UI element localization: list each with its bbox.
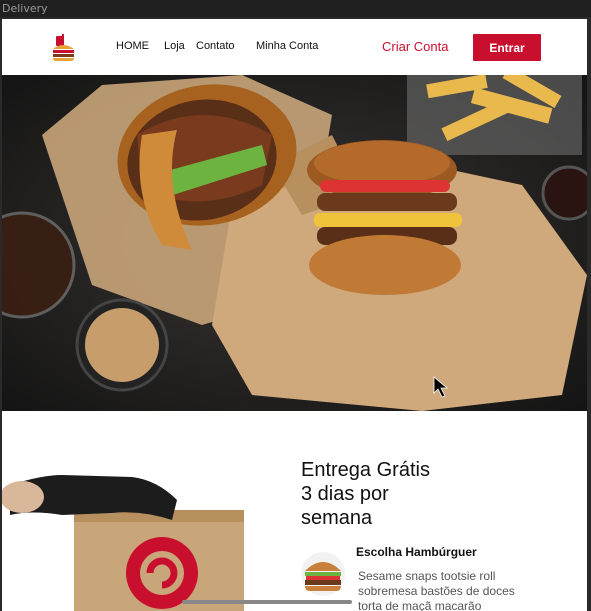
nav-link-contato[interactable]: Contato xyxy=(196,40,235,52)
feature-description-line-3: torta de maçã macarão xyxy=(358,599,482,611)
promo-title-line-2: 3 dias por xyxy=(301,483,389,505)
burger-drink-logo-icon[interactable] xyxy=(48,33,78,63)
promo-title: Entrega Grátis 3 dias por semana xyxy=(301,458,481,530)
delivery-bag-image xyxy=(2,455,252,611)
horizontal-scrollbar[interactable] xyxy=(182,600,352,604)
login-button[interactable]: Entrar xyxy=(473,34,541,61)
nav-link-loja[interactable]: Loja xyxy=(164,40,185,52)
hero-image xyxy=(2,75,587,411)
promo-section: Entrega Grátis 3 dias por semana Escolha… xyxy=(2,411,587,611)
window-titlebar: Delivery xyxy=(0,0,591,17)
window-title: Delivery xyxy=(2,2,48,15)
navbar: HOME Loja Contato Minha Conta Criar Cont… xyxy=(2,19,587,75)
nav-link-home[interactable]: HOME xyxy=(116,40,149,52)
promo-title-line-1: Entrega Grátis xyxy=(301,459,430,481)
page: HOME Loja Contato Minha Conta Criar Cont… xyxy=(2,19,587,611)
promo-title-line-3: semana xyxy=(301,507,373,529)
signup-link[interactable]: Criar Conta xyxy=(382,39,448,54)
feature-title: Escolha Hambúrguer xyxy=(356,545,477,559)
feature-description-line-1: Sesame snaps tootsie roll xyxy=(358,569,496,583)
feature-description-line-2: sobremesa bastões de doces xyxy=(358,584,515,598)
feature-description: Sesame snaps tootsie roll sobremesa bast… xyxy=(358,569,548,611)
nav-link-minha-conta[interactable]: Minha Conta xyxy=(256,40,318,52)
burger-icon xyxy=(300,551,346,597)
